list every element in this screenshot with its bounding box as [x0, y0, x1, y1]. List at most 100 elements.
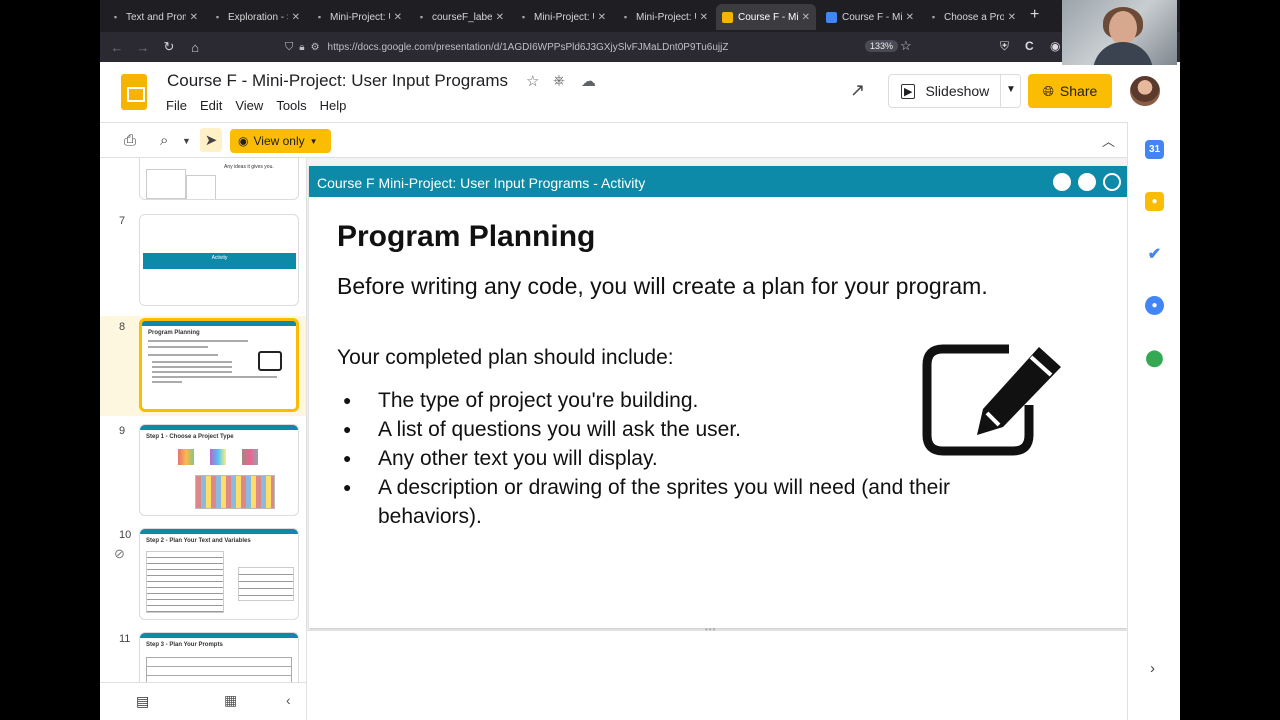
play-icon: ▶ — [901, 83, 916, 99]
menu-tools[interactable]: Tools — [276, 98, 306, 113]
browser-tab[interactable]: ▪Mini-Project: Us✕ — [308, 4, 408, 30]
list-view-icon[interactable]: ▤ — [136, 693, 149, 710]
avatar[interactable] — [1130, 76, 1160, 106]
filmstrip-item-selected[interactable]: 8 Program Planning — [100, 316, 306, 416]
extension-icon[interactable]: ◉ — [1050, 39, 1060, 53]
close-icon[interactable]: ✕ — [292, 12, 300, 23]
code-icon: ▪ — [113, 12, 118, 22]
slide-thumbnail[interactable]: Step 1 - Choose a Project Type — [139, 424, 299, 516]
docs-icon — [826, 11, 837, 23]
cloud-saved-icon[interactable]: ☁ — [581, 72, 596, 90]
slide-title: Program Planning — [337, 220, 596, 253]
permissions-icon[interactable]: ⚙ — [311, 42, 320, 53]
menu-edit[interactable]: Edit — [200, 98, 222, 113]
grid-view-icon[interactable]: ▦ — [224, 692, 237, 709]
slide-subheading: Your completed plan should include: — [337, 346, 674, 369]
menu-help[interactable]: Help — [320, 98, 347, 113]
forward-icon[interactable]: → — [130, 40, 156, 55]
close-icon[interactable]: ✕ — [190, 12, 198, 23]
browser-tab[interactable]: ▪Mini-Project: Us✕ — [512, 4, 612, 30]
extension-icon[interactable]: C — [1025, 39, 1034, 53]
home-icon[interactable]: ⌂ — [182, 40, 208, 55]
tasks-icon[interactable]: ✔ — [1145, 244, 1164, 263]
zoom-badge[interactable]: 133% — [865, 40, 899, 52]
browser-tab[interactable]: ▪Choose a Projec✕ — [922, 4, 1022, 30]
share-button[interactable]: 🌐︎ Share — [1028, 74, 1112, 108]
pocket-icon[interactable]: ⛨ — [1000, 39, 1009, 54]
chevron-right-icon[interactable]: › — [1150, 660, 1155, 677]
menu-bar: File Edit View Tools Help — [166, 98, 346, 113]
slide-banner: Course F Mini-Project: User Input Progra… — [309, 166, 1127, 197]
slide-thumbnail[interactable]: Activity — [139, 214, 299, 306]
chevron-down-icon[interactable]: ▼ — [1006, 84, 1016, 95]
document-title[interactable]: Course F - Mini-Project: User Input Prog… — [167, 71, 508, 91]
slide-thumbnail[interactable]: Program Planning — [139, 318, 299, 412]
calendar-icon[interactable]: 31 — [1145, 140, 1164, 159]
maps-icon[interactable]: ⬤ — [1145, 348, 1164, 367]
code-icon: ▪ — [521, 12, 526, 22]
close-icon[interactable]: ✕ — [1008, 12, 1016, 23]
filmstrip-item[interactable]: 7 Activity — [100, 210, 306, 310]
address-bar[interactable]: ⛉ 🔒︎ ⚙ https://docs.google.com/presentat… — [285, 36, 900, 58]
close-icon[interactable]: ✕ — [802, 12, 810, 23]
slides-icon — [722, 11, 733, 23]
slides-logo-icon[interactable] — [121, 74, 147, 110]
close-icon[interactable]: ✕ — [496, 12, 504, 23]
reload-icon[interactable]: ↻ — [156, 39, 182, 55]
star-icon[interactable]: ☆ — [526, 72, 539, 90]
webcam-overlay — [1062, 0, 1177, 65]
view-only-button[interactable]: ◉ View only ▼ — [230, 129, 331, 153]
browser-tab-active[interactable]: Course F - Mini✕ — [716, 4, 816, 30]
browser-window: ▪Text and Prompts✕ ▪Exploration - Sal✕ ▪… — [100, 0, 1180, 720]
code-icon: ▪ — [623, 12, 628, 22]
progress-dot-filled — [1053, 173, 1071, 191]
contacts-icon[interactable]: ● — [1145, 296, 1164, 315]
slide-thumbnail[interactable]: Step 2 - Plan Your Text and Variables — [139, 528, 299, 620]
browser-tab[interactable]: ▪Text and Prompts✕ — [104, 4, 204, 30]
filmstrip-item[interactable]: 11 Step 3 - Plan Your Prompts — [100, 628, 306, 682]
slides-header: Course F - Mini-Project: User Input Prog… — [100, 62, 1180, 122]
filmstrip-item[interactable]: Any ideas it gives you. — [100, 158, 306, 208]
browser-toolbar: ← → ↻ ⌂ ⛉ 🔒︎ ⚙ https://docs.google.com/p… — [100, 32, 1180, 62]
slide-thumbnail[interactable]: Any ideas it gives you. — [139, 158, 299, 200]
menu-view[interactable]: View — [235, 98, 263, 113]
slide-filmstrip: Any ideas it gives you. 7 Activity 8 Pro… — [100, 158, 306, 682]
activity-dashboard-icon[interactable]: ↗ — [850, 80, 865, 101]
menu-file[interactable]: File — [166, 98, 187, 113]
close-icon[interactable]: ✕ — [598, 12, 606, 23]
lock-icon[interactable]: 🔒︎ — [299, 42, 304, 53]
chevron-down-icon: ▼ — [309, 136, 318, 146]
print-icon[interactable]: ⎙ — [124, 132, 136, 149]
zoom-icon[interactable]: ⌕ — [160, 132, 168, 149]
new-tab-button[interactable]: + — [1030, 6, 1039, 24]
move-to-drive-icon[interactable]: ⎈ — [553, 72, 565, 89]
code-icon: ▪ — [215, 12, 220, 22]
current-slide: Course F Mini-Project: User Input Progra… — [309, 166, 1127, 628]
close-icon[interactable]: ✕ — [394, 12, 402, 23]
browser-tab[interactable]: ▪courseF_label_p✕ — [410, 4, 510, 30]
keep-icon[interactable]: ● — [1145, 192, 1164, 211]
shield-icon[interactable]: ⛉ — [285, 41, 293, 54]
back-icon[interactable]: ← — [104, 40, 130, 55]
close-icon[interactable]: ✕ — [700, 12, 708, 23]
browser-tab[interactable]: Course F - Mini✕ — [820, 4, 920, 30]
speaker-notes[interactable]: ••• — [307, 625, 1127, 720]
chevron-left-icon[interactable]: ‹ — [286, 692, 291, 708]
code-icon: ▪ — [931, 12, 936, 22]
code-icon: ▪ — [317, 12, 322, 22]
filmstrip-item[interactable]: 10 ⊘ Step 2 - Plan Your Text and Variabl… — [100, 524, 306, 624]
bookmark-star-icon[interactable]: ☆ — [900, 38, 912, 54]
close-icon[interactable]: ✕ — [906, 12, 914, 23]
select-pointer-icon[interactable]: ➤ — [200, 128, 222, 152]
resize-handle[interactable]: ••• — [705, 625, 716, 634]
filmstrip-item[interactable]: 9 Step 1 - Choose a Project Type — [100, 420, 306, 520]
eye-icon: ◉ — [238, 134, 249, 148]
chevron-up-icon[interactable]: ︿ — [1102, 131, 1115, 150]
browser-tab[interactable]: ▪Exploration - Sal✕ — [206, 4, 306, 30]
slideshow-button[interactable]: ▶ Slideshow ▼ — [888, 74, 1021, 108]
browser-tab[interactable]: ▪Mini-Project: Us✕ — [614, 4, 714, 30]
chevron-down-icon[interactable]: ▼ — [182, 136, 191, 146]
globe-icon: 🌐︎ — [1042, 82, 1054, 99]
slide-thumbnail[interactable]: Step 3 - Plan Your Prompts — [139, 632, 299, 682]
edit-icon — [258, 351, 282, 371]
